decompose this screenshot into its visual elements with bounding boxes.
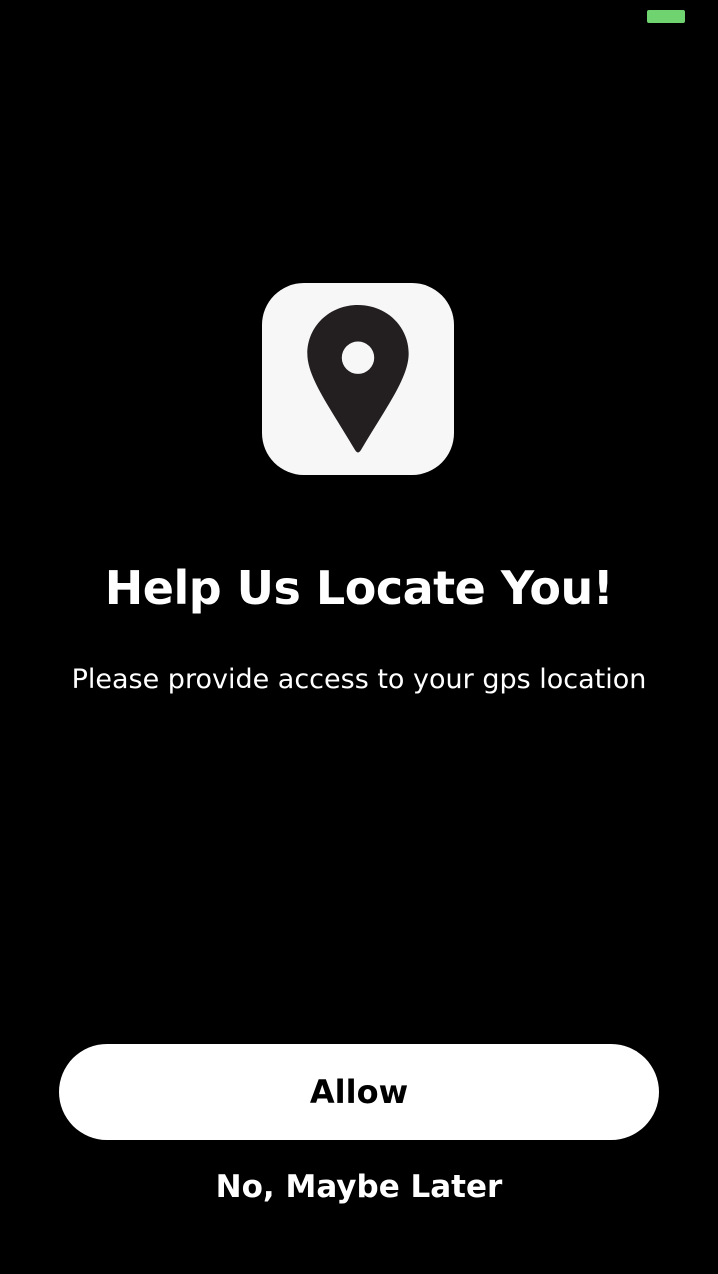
battery-icon xyxy=(647,10,685,23)
location-pin-icon xyxy=(307,305,409,453)
allow-button[interactable]: Allow xyxy=(59,1044,659,1140)
location-permission-screen: Help Us Locate You! Please provide acces… xyxy=(0,0,718,1274)
status-bar xyxy=(0,0,718,40)
permission-description: Please provide access to your gps locati… xyxy=(71,664,647,695)
page-title: Help Us Locate You! xyxy=(104,561,614,615)
maybe-later-link[interactable]: No, Maybe Later xyxy=(0,1164,718,1210)
location-app-icon xyxy=(262,283,454,475)
